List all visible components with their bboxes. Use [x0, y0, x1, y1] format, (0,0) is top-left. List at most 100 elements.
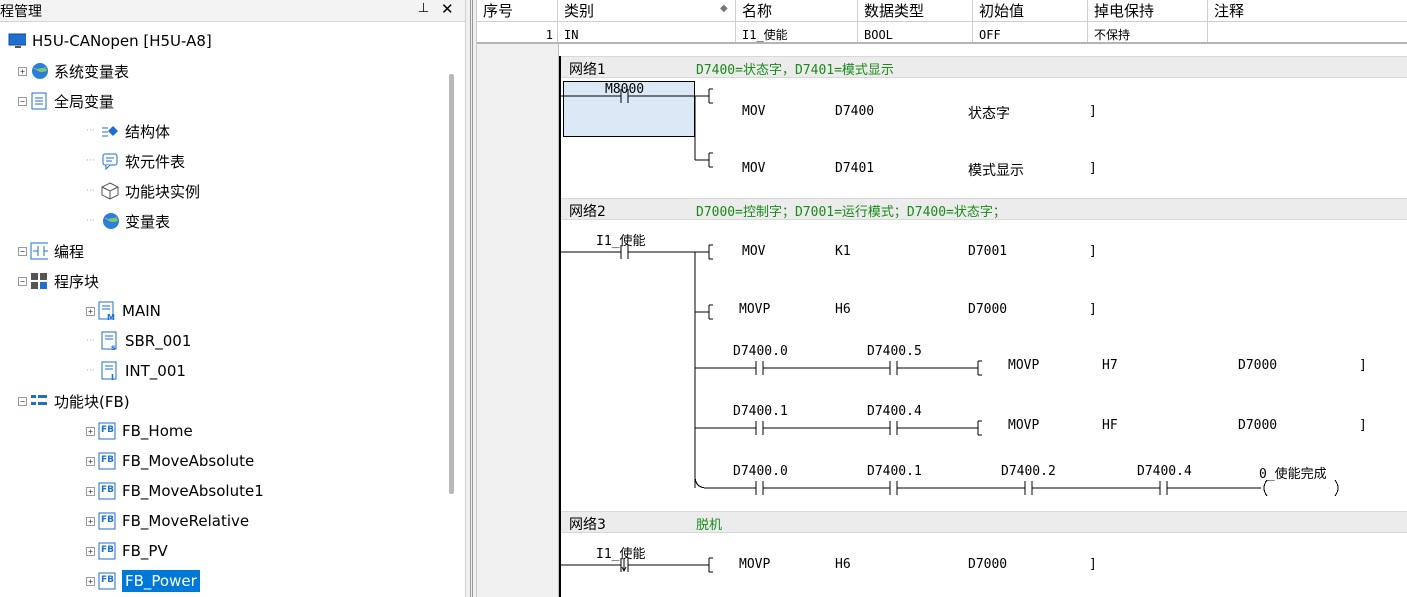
col-header-datatype[interactable]: 数据类型 — [858, 0, 973, 22]
expand-icon[interactable]: + — [18, 66, 27, 76]
tree-item-label: SBR_001 — [125, 332, 192, 350]
program-m-icon: M — [98, 301, 116, 321]
table-cell-initial[interactable]: OFF — [973, 22, 1088, 42]
tree-item[interactable]: ··· I INT_001 — [86, 356, 186, 386]
instruction-operand[interactable]: K1 — [835, 244, 851, 259]
contact-label[interactable]: D7400.1 — [733, 404, 788, 419]
col-header-name[interactable]: 名称 — [736, 0, 858, 22]
col-header-index[interactable]: 序号 — [477, 0, 558, 22]
tree-item[interactable]: + 系统变量表 — [18, 56, 129, 86]
tree-item[interactable]: + M MAIN — [86, 296, 161, 326]
table-cell-index[interactable]: 1 — [477, 22, 558, 42]
instruction-op[interactable]: MOV — [742, 104, 765, 119]
grid-blocks-icon — [30, 272, 48, 290]
instruction-operand[interactable]: D7401 — [835, 161, 874, 176]
contact-label[interactable]: D7400.5 — [867, 344, 922, 359]
tree-item[interactable]: + FB FB_PV — [86, 536, 168, 566]
instruction-operand[interactable]: H6 — [835, 557, 851, 572]
col-header-category[interactable]: 类别 — [558, 0, 736, 22]
table-cell-name[interactable]: I1_使能 — [736, 22, 858, 42]
contact-label[interactable]: D7400.4 — [867, 404, 922, 419]
collapse-icon[interactable]: − — [18, 276, 27, 286]
struct-icon — [101, 122, 119, 140]
instruction-operand[interactable]: 模式显示 — [968, 160, 1024, 180]
globe-icon — [30, 62, 48, 80]
tree-item[interactable]: − 全局变量 — [18, 86, 114, 116]
contact-label[interactable]: D7400.2 — [1001, 464, 1056, 479]
table-cell-datatype[interactable]: BOOL — [858, 22, 973, 42]
tree-item[interactable]: ··· 结构体 — [86, 116, 170, 146]
contact-label[interactable]: D7400.4 — [1137, 464, 1192, 479]
expand-icon[interactable]: + — [86, 426, 95, 436]
tree-item[interactable]: H5U-CANopen [H5U-A8] — [8, 26, 212, 56]
instruction-operand[interactable]: 状态字 — [968, 103, 1010, 123]
instruction-operand[interactable]: D7000 — [1238, 418, 1277, 433]
panel-splitter[interactable] — [465, 0, 477, 597]
instruction-op[interactable]: MOVP — [1008, 358, 1039, 373]
collapse-icon[interactable]: − — [18, 246, 27, 256]
tree-item[interactable]: ··· s SBR_001 — [86, 326, 191, 356]
instruction-op[interactable]: MOVP — [739, 302, 770, 317]
expand-icon[interactable]: + — [86, 516, 95, 526]
instruction-op[interactable]: MOV — [742, 244, 765, 259]
table-cell-comment[interactable] — [1208, 22, 1407, 42]
contact-label[interactable]: D7400.1 — [867, 464, 922, 479]
contact-label[interactable]: I1_使能 — [596, 543, 645, 562]
fb-icon-text: FB — [101, 485, 115, 495]
instruction-bracket: ] — [1089, 161, 1097, 176]
expand-icon[interactable]: + — [86, 546, 95, 556]
tree-item[interactable]: + FB FB_Power — [86, 566, 200, 596]
cube-icon — [101, 182, 119, 200]
tree-item[interactable]: ··· 功能块实例 — [86, 176, 200, 206]
coil-label[interactable]: 0_使能完成 — [1259, 463, 1327, 482]
pin-icon[interactable]: ⊥ — [418, 1, 429, 16]
tree-item[interactable]: − 程序块 — [18, 266, 99, 296]
instruction-operand[interactable]: D7000 — [1238, 358, 1277, 373]
expand-icon[interactable]: + — [86, 486, 95, 496]
instruction-operand[interactable]: D7000 — [968, 557, 1007, 572]
instruction-op[interactable]: MOVP — [739, 557, 770, 572]
instruction-op[interactable]: MOVP — [1008, 418, 1039, 433]
expand-icon[interactable]: + — [86, 576, 95, 586]
tree-scrollbar[interactable] — [449, 74, 454, 494]
instruction-operand[interactable]: H6 — [835, 302, 851, 317]
tree-item-label: H5U-CANopen [H5U-A8] — [32, 32, 212, 50]
fb-icon: FB — [98, 542, 116, 560]
tree-item[interactable]: ··· 变量表 — [86, 206, 170, 236]
close-icon[interactable]: ✕ — [441, 0, 454, 18]
instruction-operand[interactable]: D7001 — [968, 244, 1007, 259]
tree-item[interactable]: + FB FB_MoveAbsolute — [86, 446, 254, 476]
contact-label[interactable]: D7400.0 — [733, 464, 788, 479]
tree-item-label: FB_PV — [122, 542, 168, 560]
instruction-operand[interactable]: D7000 — [968, 302, 1007, 317]
instruction-operand[interactable]: D7400 — [835, 104, 874, 119]
table-cell-category[interactable]: IN — [558, 22, 736, 42]
tree-item[interactable]: − 功能块(FB) — [18, 386, 130, 416]
collapse-icon[interactable]: − — [18, 96, 27, 106]
contact-label[interactable]: D7400.0 — [733, 344, 788, 359]
collapse-icon[interactable]: − — [18, 396, 27, 406]
sort-icon[interactable]: ◆ — [720, 3, 728, 14]
tree-item[interactable]: + FB FB_MoveRelative — [86, 506, 249, 536]
col-header-initial[interactable]: 初始值 — [973, 0, 1088, 22]
instruction-bracket: ] — [1089, 302, 1097, 317]
expand-icon[interactable]: + — [86, 456, 95, 466]
tree-item[interactable]: ··· 软元件表 — [86, 146, 185, 176]
ladder-editor[interactable]: 网络1 D7400=状态字，D7401=模式显示 网络2 D7000=控制字；D… — [477, 44, 1407, 597]
fb-icon-text: FB — [101, 575, 115, 585]
instruction-operand[interactable]: HF — [1102, 418, 1118, 433]
globe-icon — [101, 212, 119, 230]
tree-item[interactable]: + FB FB_Home — [86, 416, 193, 446]
contact-label[interactable]: M8000 — [605, 82, 644, 97]
instruction-operand[interactable]: H7 — [1102, 358, 1118, 373]
fb-icon: FB — [98, 482, 116, 500]
col-header-retain[interactable]: 掉电保持 — [1088, 0, 1208, 22]
fb-icon-text: FB — [101, 455, 115, 465]
tree-item[interactable]: + FB FB_MoveAbsolute1 — [86, 476, 264, 506]
table-cell-retain[interactable]: 不保持 — [1088, 22, 1208, 42]
instruction-op[interactable]: MOV — [742, 161, 765, 176]
tree-item[interactable]: − 编程 — [18, 236, 84, 266]
expand-icon[interactable]: + — [86, 306, 95, 316]
contact-label[interactable]: I1_使能 — [596, 230, 645, 249]
col-header-comment[interactable]: 注释 — [1208, 0, 1407, 22]
